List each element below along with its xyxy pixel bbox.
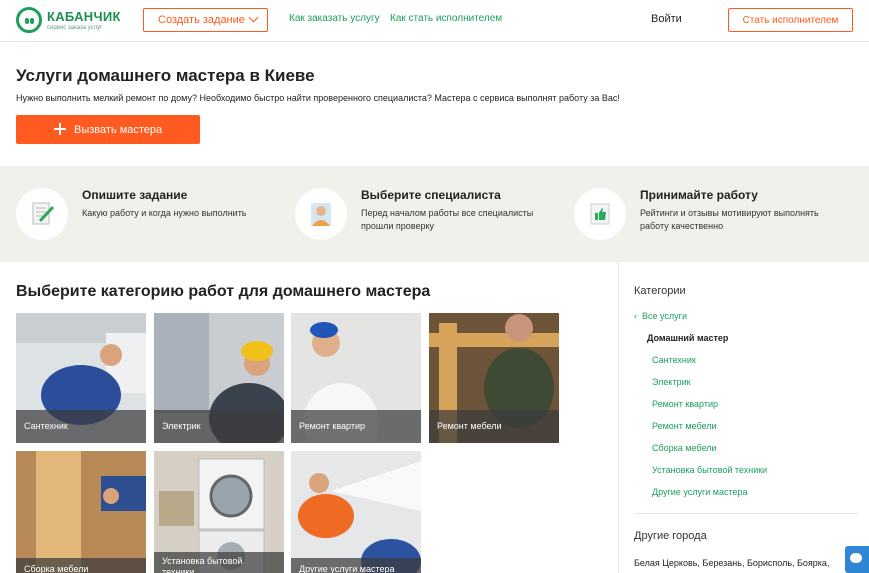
chevron-left-icon: ‹ — [634, 311, 637, 321]
sidebar-heading: Категории — [634, 285, 686, 297]
call-master-button[interactable]: Вызвать мастера — [16, 115, 200, 144]
sidebar-divider-h — [634, 513, 858, 514]
tile-label: Установка бытовой техники — [154, 552, 284, 573]
tile-label: Ремонт мебели — [429, 410, 559, 443]
chevron-down-icon — [248, 12, 259, 23]
site-header: КАБАНЧИК сервис заказа услуг Создать зад… — [0, 0, 869, 42]
logo-name: КАБАНЧИК — [47, 8, 121, 24]
sidebar-divider — [618, 262, 619, 573]
category-tile-furniture-assembly[interactable]: Сборка мебели — [16, 451, 146, 573]
thumbs-up-icon — [574, 188, 626, 240]
page-description: Нужно выполнить мелкий ремонт по дому? Н… — [16, 93, 620, 103]
sidebar-back-link[interactable]: ‹ Все услуги — [634, 311, 687, 321]
other-cities-heading: Другие города — [634, 530, 707, 542]
step-description: Рейтинги и отзывы мотивируют выполнять р… — [640, 208, 819, 231]
other-cities-list[interactable]: Белая Церковь, Березань, Борисполь, Бояр… — [634, 558, 829, 568]
become-executor-button[interactable]: Стать исполнителем — [728, 8, 853, 32]
logo-tagline: сервис заказа услуг — [47, 24, 103, 31]
tile-label: Сантехник — [16, 410, 146, 443]
tile-label: Сборка мебели — [16, 558, 146, 573]
login-link[interactable]: Войти — [651, 13, 682, 25]
category-tile-furniture-repair[interactable]: Ремонт мебели — [429, 313, 559, 443]
page-title: Услуги домашнего мастера в Киеве — [16, 66, 315, 85]
sidebar-item-home-master[interactable]: Домашний мастер — [647, 333, 728, 343]
tile-label: Другие услуги мастера — [291, 558, 421, 573]
step-title: Выберите специалиста — [361, 188, 501, 202]
sidebar-item-furniture-assembly[interactable]: Сборка мебели — [652, 443, 716, 453]
category-tile-electrician[interactable]: Электрик — [154, 313, 284, 443]
sidebar-item-other-services[interactable]: Другие услуги мастера — [652, 487, 748, 497]
edit-document-icon — [16, 188, 68, 240]
step-description: Перед началом работы все специалисты про… — [361, 208, 534, 231]
create-task-label: Создать задание — [158, 14, 245, 26]
sidebar-item-electrician[interactable]: Электрик — [652, 377, 691, 387]
tile-label: Электрик — [154, 410, 284, 443]
logo[interactable]: КАБАНЧИК сервис заказа услуг — [16, 7, 121, 33]
category-tile-appliance-install[interactable]: Установка бытовой техники — [154, 451, 284, 573]
categories-title: Выберите категорию работ для домашнего м… — [16, 283, 431, 300]
sidebar-item-furniture-repair[interactable]: Ремонт мебели — [652, 421, 717, 431]
specialist-avatar-icon — [295, 188, 347, 240]
step-title: Принимайте работу — [640, 188, 758, 202]
sidebar-item-apartment-repair[interactable]: Ремонт квартир — [652, 399, 718, 409]
nav-how-to-order[interactable]: Как заказать услугу — [289, 13, 380, 24]
nav-how-to-become-executor[interactable]: Как стать исполнителем — [390, 13, 502, 24]
other-services-photo — [291, 451, 421, 573]
piggy-logo-icon — [16, 7, 42, 33]
how-it-works-band: Опишите задание Какую работу и когда нуж… — [0, 166, 869, 262]
category-tile-other-services[interactable]: Другие услуги мастера — [291, 451, 421, 573]
sidebar-item-plumber[interactable]: Сантехник — [652, 355, 696, 365]
tile-label: Ремонт квартир — [291, 410, 421, 443]
step-title: Опишите задание — [82, 188, 188, 202]
chat-widget-icon[interactable] — [845, 546, 869, 573]
sidebar-back-label: Все услуги — [642, 311, 687, 321]
category-tile-apartment-repair[interactable]: Ремонт квартир — [291, 313, 421, 443]
call-master-label: Вызвать мастера — [74, 123, 163, 136]
furniture-assembly-photo — [16, 451, 146, 573]
plus-icon — [54, 123, 66, 135]
category-tile-plumber[interactable]: Сантехник — [16, 313, 146, 443]
create-task-button[interactable]: Создать задание — [143, 8, 268, 32]
sidebar-item-appliance-install[interactable]: Установка бытовой техники — [652, 465, 767, 475]
step-description: Какую работу и когда нужно выполнить — [82, 208, 247, 218]
